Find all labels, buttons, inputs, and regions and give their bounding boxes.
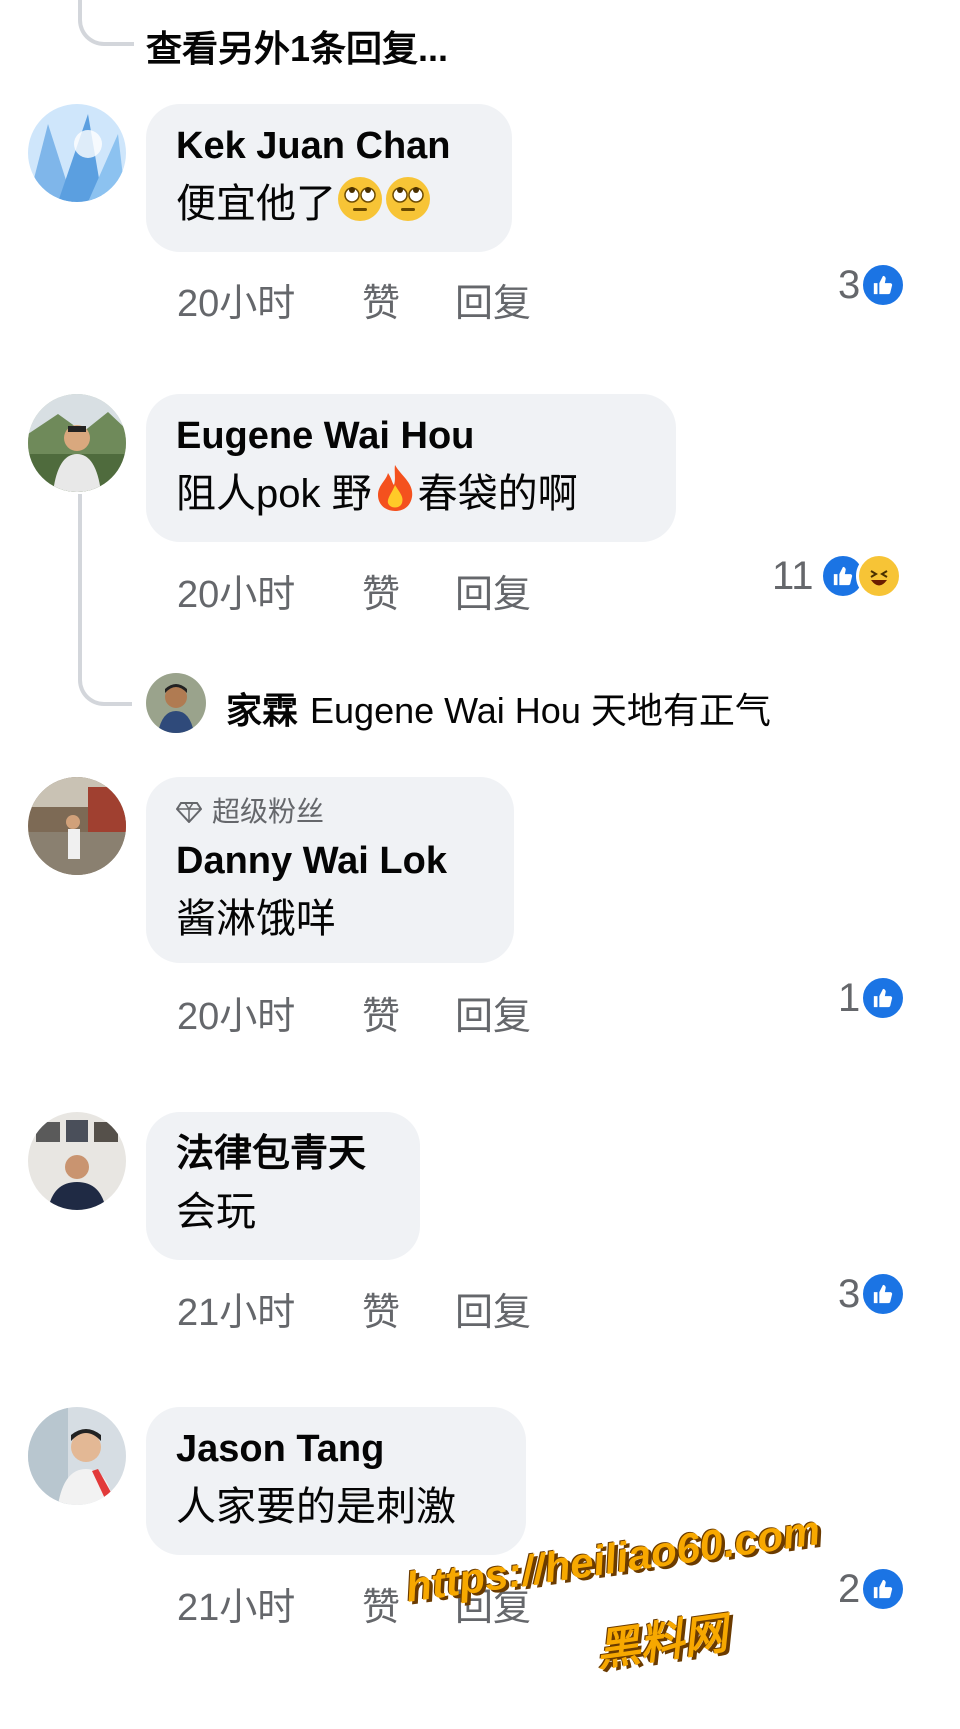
comment-actions: 20小时 赞 回复 bbox=[177, 272, 531, 327]
like-button[interactable]: 赞 bbox=[362, 1281, 455, 1336]
watermark-site: 黑料网 bbox=[592, 1609, 731, 1676]
reaction-summary[interactable]: 3 bbox=[838, 1271, 907, 1317]
comment-author[interactable]: Kek Juan Chan bbox=[176, 120, 482, 172]
fire-emoji-icon bbox=[377, 465, 412, 511]
avatar[interactable] bbox=[28, 1407, 126, 1505]
comment-bubble: Jason Tang 人家要的是刺激 bbox=[146, 1407, 526, 1555]
comment-author[interactable]: Eugene Wai Hou bbox=[176, 410, 646, 462]
reply-button[interactable]: 回复 bbox=[455, 1281, 531, 1336]
comment-text: 便宜他了 bbox=[176, 172, 482, 236]
comment-text: 阻人pok 野春袋的啊 bbox=[176, 462, 646, 526]
comment-text: 会玩 bbox=[176, 1190, 256, 1234]
reply-text: Eugene Wai Hou 天地有正气 bbox=[310, 690, 771, 731]
reply-author[interactable]: 家霖 bbox=[226, 682, 298, 734]
like-button[interactable]: 赞 bbox=[362, 985, 455, 1040]
thumbs-up-icon bbox=[860, 262, 907, 308]
comment-actions: 21小时 赞 回复 bbox=[177, 1281, 531, 1336]
comment-text: 人家要的是刺激 bbox=[176, 1485, 456, 1529]
comment-actions: 20小时 赞 回复 bbox=[177, 985, 531, 1040]
haha-icon bbox=[855, 553, 902, 599]
reaction-summary[interactable]: 2 bbox=[838, 1566, 907, 1612]
reaction-count: 1 bbox=[838, 975, 861, 1020]
comment-timestamp[interactable]: 21小时 bbox=[177, 1281, 362, 1336]
comment-bubble: 超级粉丝 Danny Wai Lok 酱淋饿咩 bbox=[146, 777, 514, 963]
reaction-summary[interactable]: 3 bbox=[838, 262, 907, 308]
eye-roll-emoji-icon bbox=[338, 177, 382, 221]
comment-bubble: 法律包青天 会玩 bbox=[146, 1112, 420, 1260]
thread-connector bbox=[78, 0, 134, 46]
thread-connector bbox=[78, 660, 132, 706]
comment-timestamp[interactable]: 20小时 bbox=[177, 272, 362, 327]
reply-button[interactable]: 回复 bbox=[455, 272, 531, 327]
comment-author[interactable]: Jason Tang bbox=[176, 1423, 496, 1475]
reaction-count: 2 bbox=[838, 1566, 861, 1611]
thumbs-up-icon bbox=[860, 975, 907, 1021]
avatar[interactable] bbox=[28, 394, 126, 492]
thumbs-up-icon bbox=[860, 1566, 907, 1612]
like-button[interactable]: 赞 bbox=[362, 563, 455, 618]
avatar[interactable] bbox=[28, 777, 126, 875]
comment-bubble: Kek Juan Chan 便宜他了 bbox=[146, 104, 512, 252]
avatar[interactable] bbox=[28, 1112, 126, 1210]
view-more-replies-link[interactable]: 查看另外1条回复... bbox=[146, 20, 448, 72]
comment-author[interactable]: 法律包青天 bbox=[176, 1128, 390, 1180]
top-fan-badge: 超级粉丝 bbox=[176, 793, 484, 831]
reaction-count: 11 bbox=[772, 553, 814, 598]
comment-timestamp[interactable]: 20小时 bbox=[177, 985, 362, 1040]
comment-bubble: Eugene Wai Hou 阻人pok 野春袋的啊 bbox=[146, 394, 676, 542]
thread-line bbox=[78, 494, 82, 662]
reaction-summary[interactable]: 11 bbox=[772, 553, 902, 599]
like-button[interactable]: 赞 bbox=[362, 272, 455, 327]
comment-timestamp[interactable]: 20小时 bbox=[177, 563, 362, 618]
reply-button[interactable]: 回复 bbox=[455, 985, 531, 1040]
thumbs-up-icon bbox=[860, 1271, 907, 1317]
diamond-icon bbox=[176, 802, 202, 823]
nested-reply[interactable]: 家霖 Eugene Wai Hou 天地有正气 bbox=[226, 682, 771, 734]
reaction-count: 3 bbox=[838, 262, 861, 307]
comment-author[interactable]: Danny Wai Lok bbox=[176, 835, 484, 887]
comment-timestamp[interactable]: 21小时 bbox=[177, 1576, 362, 1631]
avatar[interactable] bbox=[146, 673, 206, 733]
reply-button[interactable]: 回复 bbox=[455, 563, 531, 618]
eye-roll-emoji-icon bbox=[386, 177, 430, 221]
comment-text: 酱淋饿咩 bbox=[176, 897, 336, 941]
comment-actions: 20小时 赞 回复 bbox=[177, 563, 531, 618]
reaction-count: 3 bbox=[838, 1271, 861, 1316]
reaction-summary[interactable]: 1 bbox=[838, 975, 907, 1021]
avatar[interactable] bbox=[28, 104, 126, 202]
